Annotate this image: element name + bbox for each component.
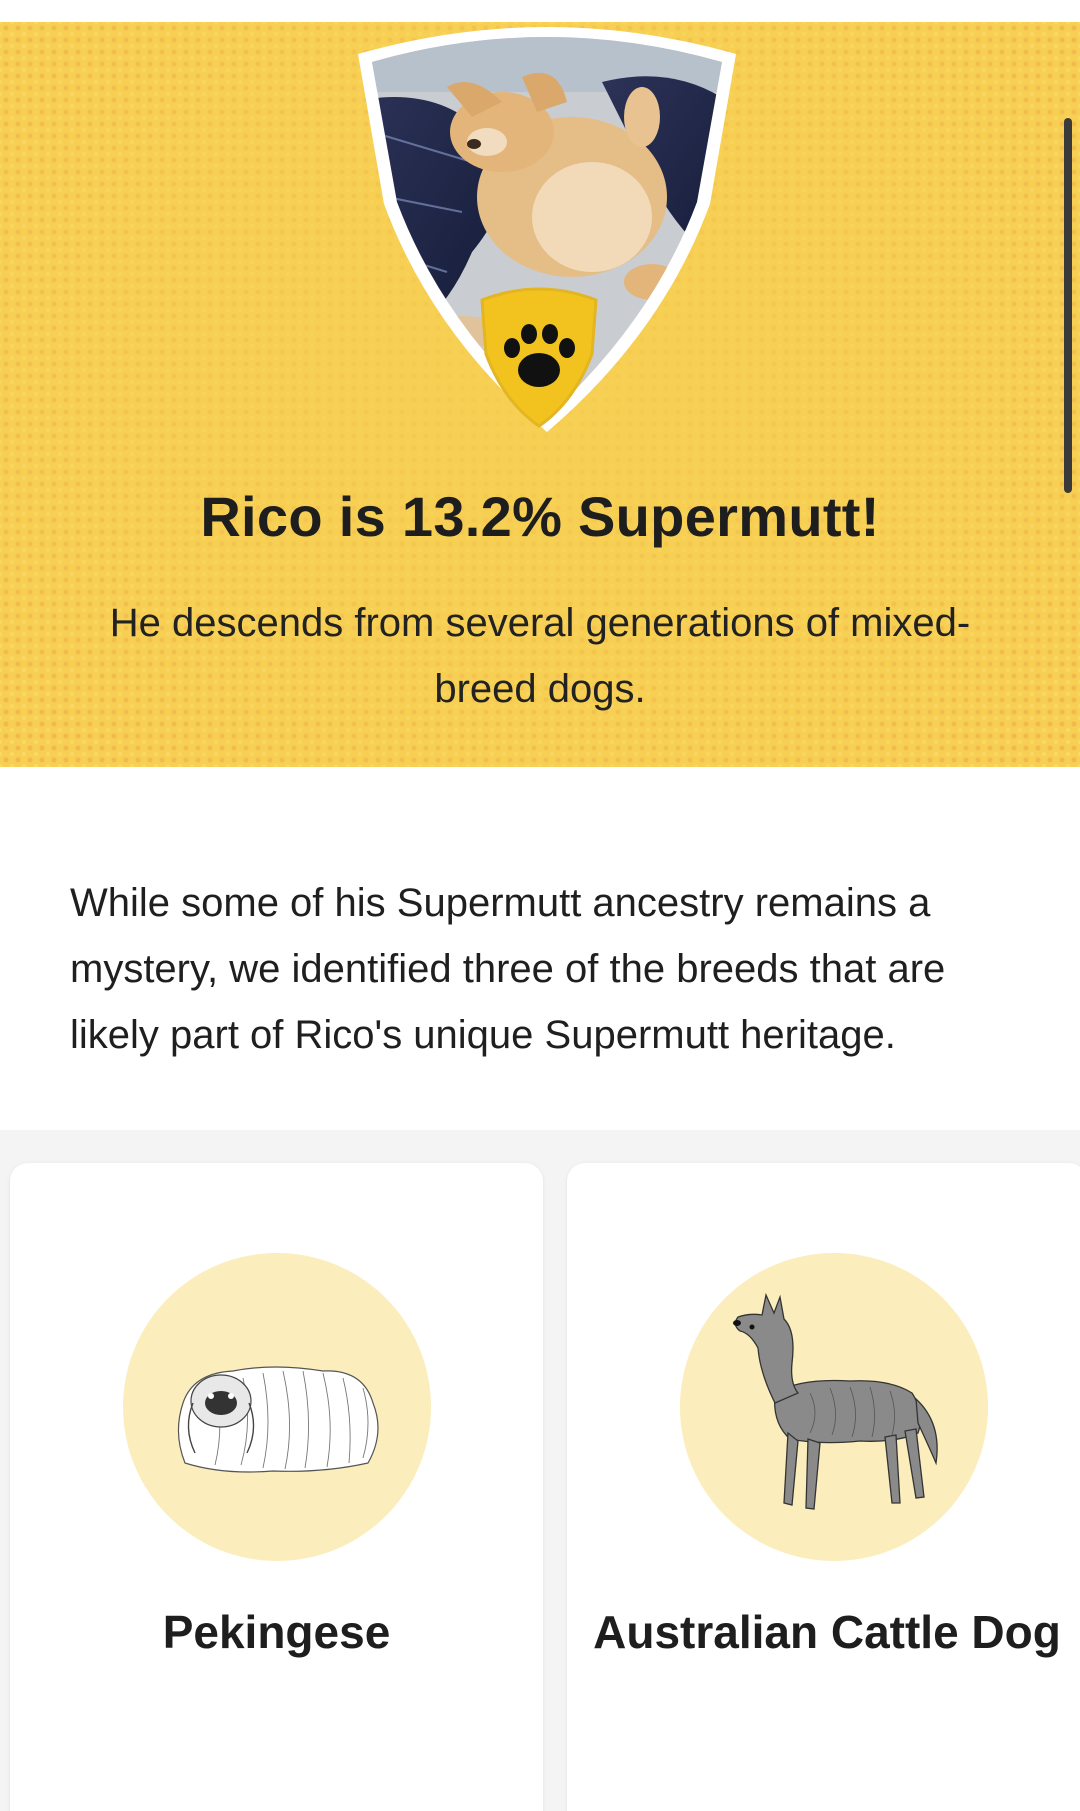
ancestry-intro-text: While some of his Supermutt ancestry rem…	[70, 881, 946, 1057]
australian-cattle-dog-illustration	[733, 1292, 938, 1510]
paw-icon	[480, 287, 598, 428]
breed-card-pekingese[interactable]: Pekingese	[10, 1163, 543, 1811]
hero-banner: Rico is 13.2% Supermutt! He descends fro…	[0, 22, 1080, 767]
breed-card-australian-cattle-dog[interactable]: Australian Cattle Dog	[567, 1163, 1080, 1811]
breed-name: Pekingese	[162, 1606, 391, 1658]
supermutt-headline: Rico is 13.2% Supermutt!	[200, 485, 880, 548]
breed-image-circle	[680, 1253, 988, 1561]
page: Rico is 13.2% Supermutt! He descends fro…	[0, 0, 1080, 1811]
breed-name: Australian Cattle Dog	[593, 1606, 1061, 1658]
breed-image-circle	[123, 1253, 431, 1561]
pekingese-illustration	[177, 1366, 379, 1473]
scrollbar[interactable]	[1064, 118, 1072, 493]
supermutt-subtitle: He descends from several generations of …	[109, 601, 971, 711]
